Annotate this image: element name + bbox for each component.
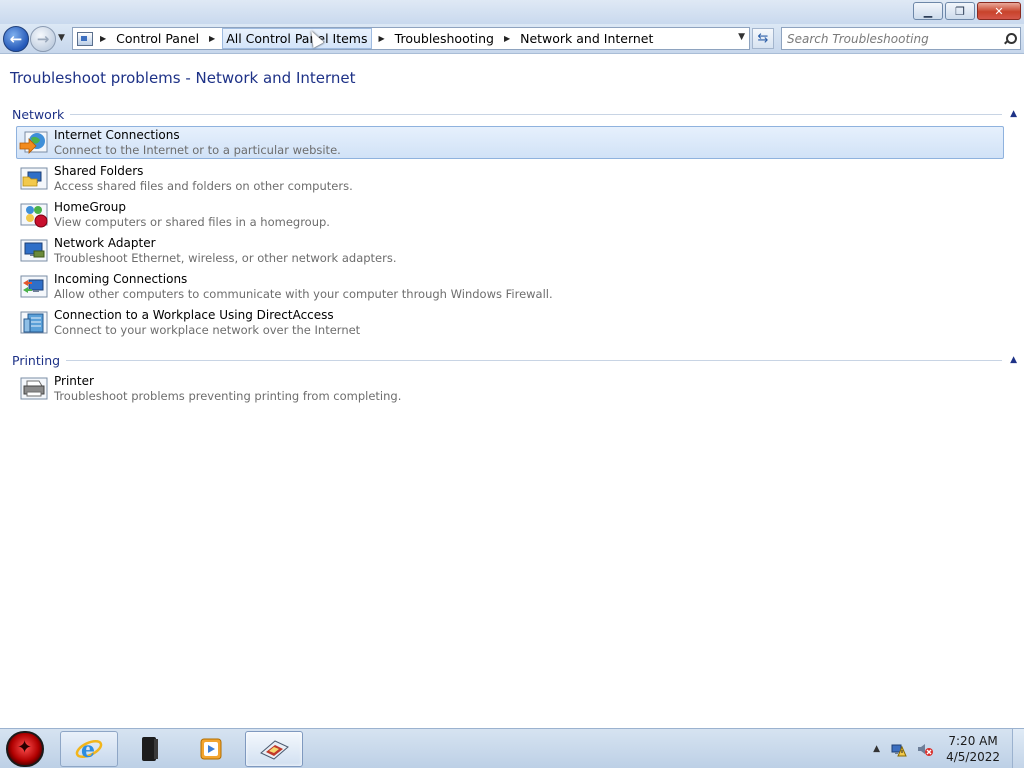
page-title: Troubleshoot problems - Network and Inte… xyxy=(10,69,356,87)
group-title-printing: Printing xyxy=(12,352,61,368)
start-button[interactable] xyxy=(6,731,44,767)
clock-time: 7:20 AM xyxy=(948,734,998,748)
window-controls: ▁ ❐ ✕ xyxy=(913,2,1021,20)
taskbar-media-device[interactable] xyxy=(120,731,178,767)
breadcrumb-network-and-internet[interactable]: Network and Internet xyxy=(517,29,656,48)
collapse-icon[interactable]: ▲ xyxy=(1010,355,1017,365)
chevron-right-icon[interactable]: ▶ xyxy=(504,34,510,43)
address-bar[interactable]: ▶ Control Panel ▶ All Control Panel Item… xyxy=(72,27,750,50)
group-header-network[interactable]: Network ▲ xyxy=(12,106,1017,122)
network-icon[interactable] xyxy=(890,740,908,758)
show-hidden-icons-icon[interactable]: ▲ xyxy=(873,744,880,754)
minimize-icon: ▁ xyxy=(923,4,933,18)
search-icon[interactable] xyxy=(1004,32,1017,45)
item-title: HomeGroup xyxy=(54,200,126,214)
incoming-connections-icon xyxy=(20,275,48,298)
minimize-button[interactable]: ▁ xyxy=(913,2,943,20)
group-header-printing[interactable]: Printing ▲ xyxy=(12,352,1017,368)
list-item-homegroup[interactable]: HomeGroup View computers or shared files… xyxy=(16,198,1004,231)
item-description: Troubleshoot Ethernet, wireless, or othe… xyxy=(54,251,397,265)
refresh-button[interactable]: ⇆ xyxy=(752,28,774,49)
item-title: Internet Connections xyxy=(54,128,180,142)
taskbar-internet-explorer[interactable]: e xyxy=(60,731,118,767)
troubleshooting-window-icon xyxy=(260,740,289,760)
close-button[interactable]: ✕ xyxy=(977,2,1021,20)
item-title: Connection to a Workplace Using DirectAc… xyxy=(54,308,334,322)
control-panel-icon xyxy=(77,31,93,46)
list-item-directaccess[interactable]: Connection to a Workplace Using DirectAc… xyxy=(16,306,1004,339)
forward-button[interactable]: → xyxy=(30,26,56,52)
back-arrow-icon: ← xyxy=(9,30,23,48)
chevron-right-icon[interactable]: ▶ xyxy=(100,34,106,43)
chevron-right-icon[interactable]: ▶ xyxy=(379,34,385,43)
group-title-network: Network xyxy=(12,106,65,122)
taskbar-media-player[interactable] xyxy=(182,731,240,767)
list-item-printer[interactable]: Printer Troubleshoot problems preventing… xyxy=(16,372,1004,405)
title-bar: ▁ ❐ ✕ xyxy=(0,0,1024,24)
media-player-icon xyxy=(200,738,222,760)
item-description: Access shared files and folders on other… xyxy=(54,179,353,193)
taskbar: e ▲ 7:20 AM 4/5/2022 xyxy=(0,728,1024,768)
restore-icon: ❐ xyxy=(955,4,965,18)
search-box[interactable] xyxy=(781,27,1021,50)
close-icon: ✕ xyxy=(994,4,1004,18)
item-description: Allow other computers to communicate wit… xyxy=(54,287,553,301)
item-title: Shared Folders xyxy=(54,164,144,178)
chevron-right-icon[interactable]: ▶ xyxy=(209,34,215,43)
group-divider xyxy=(66,359,1003,361)
shared-folders-icon xyxy=(20,167,48,190)
item-description: Connect to the Internet or to a particul… xyxy=(54,143,341,157)
item-description: Troubleshoot problems preventing printin… xyxy=(54,389,402,403)
breadcrumb-all-control-panel-items[interactable]: All Control Panel Items xyxy=(222,28,372,49)
item-title: Incoming Connections xyxy=(54,272,188,286)
list-item-incoming-connections[interactable]: Incoming Connections Allow other compute… xyxy=(16,270,1004,303)
list-item-internet-connections[interactable]: Internet Connections Connect to the Inte… xyxy=(16,126,1004,159)
item-description: Connect to your workplace network over t… xyxy=(54,323,361,337)
list-item-network-adapter[interactable]: Network Adapter Troubleshoot Ethernet, w… xyxy=(16,234,1004,267)
directaccess-icon xyxy=(20,311,48,334)
group-divider xyxy=(70,113,1003,115)
printer-icon xyxy=(20,377,48,400)
clock-date: 4/5/2022 xyxy=(946,750,1000,764)
clock[interactable]: 7:20 AM 4/5/2022 xyxy=(946,733,1000,765)
item-description: View computers or shared files in a home… xyxy=(54,215,330,229)
media-device-icon xyxy=(142,737,158,761)
internet-explorer-icon: e xyxy=(75,737,103,763)
volume-muted-icon[interactable] xyxy=(916,740,934,758)
back-button[interactable]: ← xyxy=(3,26,29,52)
collapse-icon[interactable]: ▲ xyxy=(1010,109,1017,119)
search-input[interactable] xyxy=(787,31,987,46)
breadcrumb-troubleshooting[interactable]: Troubleshooting xyxy=(392,29,497,48)
restore-button[interactable]: ❐ xyxy=(945,2,975,20)
show-desktop-button[interactable] xyxy=(1012,729,1024,768)
svg-text:e: e xyxy=(81,737,95,763)
system-tray: ▲ 7:20 AM 4/5/2022 xyxy=(873,729,1024,768)
address-dropdown-icon[interactable]: ▼ xyxy=(738,32,745,42)
homegroup-icon xyxy=(20,203,48,228)
internet-connections-icon xyxy=(19,131,48,154)
list-item-shared-folders[interactable]: Shared Folders Access shared files and f… xyxy=(16,162,1004,195)
network-adapter-icon xyxy=(20,239,48,262)
breadcrumb-control-panel[interactable]: Control Panel xyxy=(113,29,202,48)
refresh-icon: ⇆ xyxy=(757,31,769,46)
item-title: Network Adapter xyxy=(54,236,156,250)
item-title: Printer xyxy=(54,374,94,388)
navigation-bar: ← → ▼ ▶ Control Panel ▶ All Control Pane… xyxy=(0,24,1024,54)
forward-arrow-icon: → xyxy=(36,30,50,48)
taskbar-troubleshooting-window[interactable] xyxy=(245,731,303,767)
main-content: Troubleshoot problems - Network and Inte… xyxy=(0,55,1024,728)
recent-pages-dropdown-icon[interactable]: ▼ xyxy=(58,33,65,43)
